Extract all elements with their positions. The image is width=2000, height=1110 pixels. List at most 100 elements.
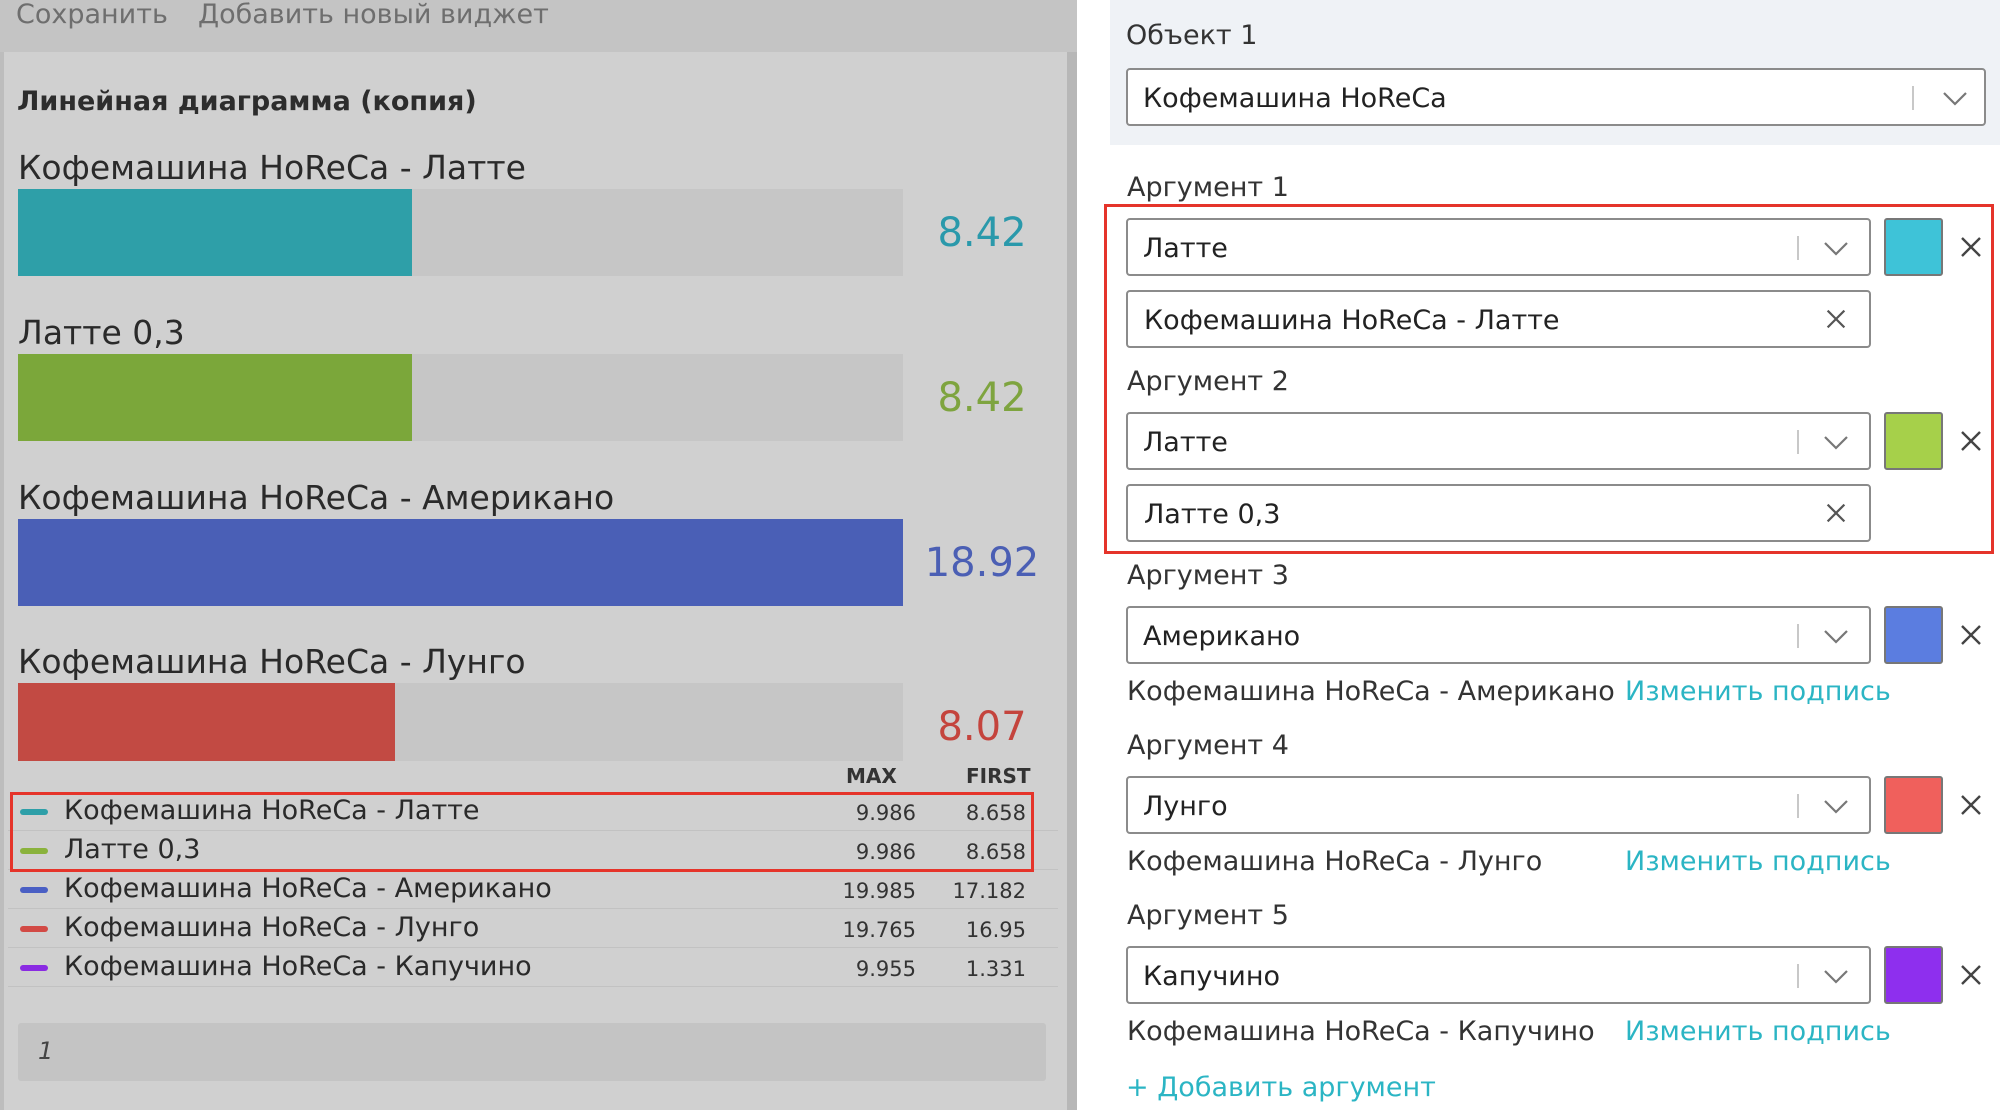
object-label: Объект 1 xyxy=(1126,20,1258,51)
bar-label: Кофемашина HoReCa - Латте xyxy=(18,148,526,187)
legend-first-value: 16.95 xyxy=(965,918,1026,942)
caption-text: Кофемашина HoReCa - Американо xyxy=(1127,676,1615,707)
legend-row[interactable]: Кофемашина HoReCa - Американо 19.985 17.18… xyxy=(8,870,1058,909)
remove-argument-close-icon[interactable] xyxy=(1957,427,1985,455)
legend-row[interactable]: Кофемашина HoReCa - Капучино 9.955 1.331 xyxy=(8,948,1058,987)
widget-title: Линейная диаграмма (копия) xyxy=(17,86,477,117)
bar-label: Кофемашина HoReCa - Американо xyxy=(18,478,615,517)
clear-caption-close-icon[interactable] xyxy=(1823,306,1849,332)
legend-first-value: 8.658 xyxy=(965,840,1026,864)
argument-select[interactable]: Латте xyxy=(1126,412,1871,470)
object-select[interactable]: Кофемашина HoReCa xyxy=(1126,68,1986,126)
object-select-value: Кофемашина HoReCa xyxy=(1143,83,1447,114)
argument-label: Аргумент 4 xyxy=(1127,730,1289,761)
save-button[interactable]: Сохранить xyxy=(16,0,168,30)
chevron-down-icon xyxy=(1824,630,1848,644)
remove-argument-close-icon[interactable] xyxy=(1957,791,1985,819)
legend-header-max: MAX xyxy=(846,764,897,788)
legend-name: Кофемашина HoReCa - Лунго xyxy=(64,912,480,943)
chevron-down-icon xyxy=(1943,92,1967,106)
select-separator xyxy=(1797,794,1799,818)
legend-max-value: 9.955 xyxy=(855,957,916,981)
select-separator xyxy=(1797,236,1799,260)
legend-color-swatch xyxy=(20,965,48,971)
chevron-down-icon xyxy=(1824,242,1848,256)
legend-color-swatch xyxy=(20,848,48,854)
caption-input-value: Латте 0,3 xyxy=(1144,499,1281,530)
argument-label: Аргумент 2 xyxy=(1127,366,1289,397)
add-widget-button[interactable]: Добавить новый виджет xyxy=(198,0,549,30)
legend-row[interactable]: Латте 0,3 9.986 8.658 xyxy=(8,831,1058,870)
edit-caption-link[interactable]: Изменить подпись xyxy=(1625,846,1891,877)
panel-divider[interactable] xyxy=(1067,52,1077,1110)
chevron-down-icon xyxy=(1824,436,1848,450)
caption-input[interactable]: Латте 0,3 xyxy=(1126,484,1871,542)
bar xyxy=(18,354,412,441)
widget-preview-panel: Сохранить Добавить новый виджет Линейная… xyxy=(0,0,1077,1110)
caption-input-value: Кофемашина HoReCa - Латте xyxy=(1144,305,1560,336)
bar-track xyxy=(18,354,903,441)
argument-color-picker[interactable] xyxy=(1884,946,1943,1004)
bar xyxy=(18,189,412,276)
argument-select[interactable]: Американо xyxy=(1126,606,1871,664)
bar-label: Латте 0,3 xyxy=(18,313,185,352)
argument-select-value: Латте xyxy=(1143,427,1228,458)
argument-select[interactable]: Лунго xyxy=(1126,776,1871,834)
legend-name: Кофемашина HoReCa - Латте xyxy=(64,795,480,826)
argument-select-value: Лунго xyxy=(1143,791,1228,822)
argument-select-value: Американо xyxy=(1143,621,1301,652)
legend-max-value: 9.986 xyxy=(855,840,916,864)
chevron-down-icon xyxy=(1824,970,1848,984)
argument-select[interactable]: Латте xyxy=(1126,218,1871,276)
remove-argument-close-icon[interactable] xyxy=(1957,621,1985,649)
argument-color-picker[interactable] xyxy=(1884,606,1943,664)
argument-color-picker[interactable] xyxy=(1884,412,1943,470)
argument-select[interactable]: Капучино xyxy=(1126,946,1871,1004)
argument-color-picker[interactable] xyxy=(1884,776,1943,834)
bar-value-label: 8.07 xyxy=(937,704,1027,750)
remove-argument-close-icon[interactable] xyxy=(1957,233,1985,261)
settings-panel: Объект 1 Кофемашина HoReCa Аргумент 1 Лат… xyxy=(1077,0,2000,1110)
clear-caption-close-icon[interactable] xyxy=(1823,500,1849,526)
caption-text: Кофемашина HoReCa - Капучино xyxy=(1127,1016,1595,1047)
bar-value-label: 8.42 xyxy=(937,375,1027,421)
panel-edge xyxy=(0,52,4,1110)
legend-color-swatch xyxy=(20,887,48,893)
chevron-down-icon xyxy=(1824,800,1848,814)
caption-text: Кофемашина HoReCa - Лунго xyxy=(1127,846,1543,877)
argument-label: Аргумент 5 xyxy=(1127,900,1289,931)
legend-row[interactable]: Кофемашина HoReCa - Лунго 19.765 16.95 xyxy=(8,909,1058,948)
object-section: Объект 1 Кофемашина HoReCa xyxy=(1110,0,2000,145)
legend-name: Латте 0,3 xyxy=(64,834,201,865)
remove-argument-close-icon[interactable] xyxy=(1957,961,1985,989)
bar xyxy=(18,683,395,761)
edit-caption-link[interactable]: Изменить подпись xyxy=(1625,1016,1891,1047)
bar-label: Кофемашина HoReCa - Лунго xyxy=(18,642,526,681)
bar-value-label: 8.42 xyxy=(937,210,1027,256)
select-separator xyxy=(1797,964,1799,988)
bar-track xyxy=(18,519,903,606)
legend-header-first: FIRST xyxy=(966,764,1031,788)
add-argument-link[interactable]: + Добавить аргумент xyxy=(1126,1072,1436,1103)
argument-color-picker[interactable] xyxy=(1884,218,1943,276)
bar-track xyxy=(18,683,903,761)
argument-label: Аргумент 3 xyxy=(1127,560,1289,591)
argument-label: Аргумент 1 xyxy=(1127,172,1289,203)
legend-row[interactable]: Кофемашина HoReCa - Латте 9.986 8.658 xyxy=(8,792,1058,831)
bar xyxy=(18,519,903,606)
edit-caption-link[interactable]: Изменить подпись xyxy=(1625,676,1891,707)
legend-max-value: 19.765 xyxy=(842,918,916,942)
select-separator xyxy=(1912,86,1914,110)
bar-track xyxy=(18,189,903,276)
select-separator xyxy=(1797,430,1799,454)
legend-name: Кофемашина HoReCa - Капучино xyxy=(64,951,532,982)
select-separator xyxy=(1797,624,1799,648)
legend-max-value: 19.985 xyxy=(842,879,916,903)
legend-name: Кофемашина HoReCa - Американо xyxy=(64,873,552,904)
argument-select-value: Капучино xyxy=(1143,961,1281,992)
pagination-bar[interactable]: 1 xyxy=(18,1023,1046,1081)
bar-value-label: 18.92 xyxy=(924,540,1040,586)
legend-first-value: 1.331 xyxy=(965,957,1026,981)
caption-input[interactable]: Кофемашина HoReCa - Латте xyxy=(1126,290,1871,348)
legend-first-value: 17.182 xyxy=(952,879,1026,903)
